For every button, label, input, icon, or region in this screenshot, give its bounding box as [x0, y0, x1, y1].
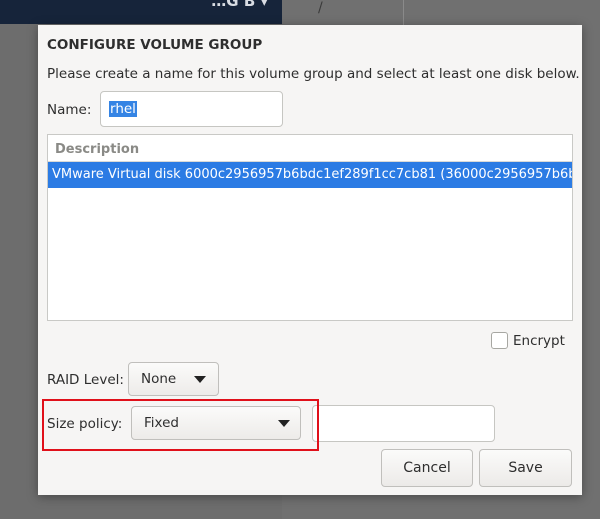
background-mount-point: /: [318, 0, 323, 16]
name-field-value: rhel: [109, 101, 137, 117]
name-label: Name:: [47, 102, 92, 118]
dialog-title: CONFIGURE VOLUME GROUP: [47, 37, 263, 53]
disk-list-column-header[interactable]: Description: [48, 135, 572, 162]
encrypt-option[interactable]: Encrypt: [491, 332, 565, 349]
disk-list-row[interactable]: VMware Virtual disk 6000c2956957b6bdc1ef…: [48, 162, 572, 188]
size-field[interactable]: [312, 405, 495, 442]
raid-level-value: None: [141, 371, 177, 387]
encrypt-label: Encrypt: [513, 332, 565, 349]
background-topbar: …G B ▾: [0, 0, 282, 24]
cancel-button[interactable]: Cancel: [381, 449, 473, 487]
save-button[interactable]: Save: [479, 449, 572, 487]
dropdown-arrow-icon: [194, 375, 206, 383]
raid-level-label: RAID Level:: [47, 372, 124, 388]
background-topbar-caption: …G B ▾: [211, 0, 268, 10]
name-field[interactable]: rhel: [100, 91, 283, 127]
raid-level-dropdown[interactable]: None: [128, 362, 219, 396]
highlight-box: [42, 399, 319, 451]
disk-list[interactable]: Description VMware Virtual disk 6000c295…: [47, 134, 573, 321]
encrypt-checkbox[interactable]: [491, 332, 508, 349]
configure-volume-group-dialog: CONFIGURE VOLUME GROUP Please create a n…: [38, 25, 582, 495]
dialog-subtitle: Please create a name for this volume gro…: [47, 66, 580, 82]
